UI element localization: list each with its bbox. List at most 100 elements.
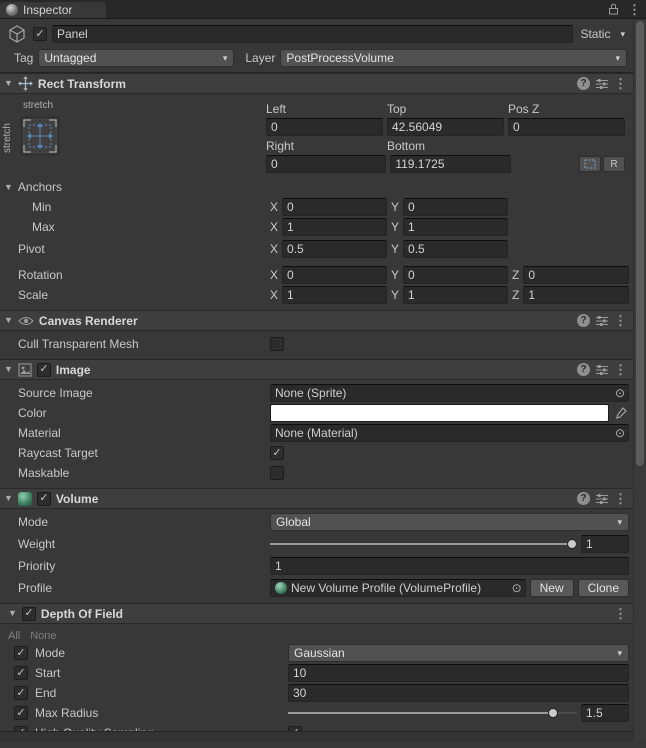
pivot-y-input[interactable]	[403, 240, 508, 258]
anchors-min-row: Min X Y	[0, 197, 633, 217]
chevron-down-icon: ▾	[615, 52, 620, 63]
dof-start-input[interactable]	[288, 664, 629, 682]
component-menu-icon[interactable]: ⋮	[614, 363, 627, 376]
dof-mode-value: Gaussian	[294, 646, 345, 660]
foldout-icon[interactable]: ▼	[4, 494, 13, 503]
chevron-down-icon: ▾	[620, 28, 625, 39]
volume-header[interactable]: ▼ ✓ Volume ? ⋮	[0, 488, 633, 509]
component-menu-icon[interactable]: ⋮	[614, 77, 627, 90]
cull-transparent-mesh-checkbox[interactable]	[270, 337, 284, 351]
raycast-target-checkbox[interactable]: ✓	[270, 446, 284, 460]
tab-menu-icon[interactable]: ⋮	[628, 3, 641, 16]
dof-max-radius-input[interactable]	[581, 704, 629, 722]
object-picker-icon[interactable]: ⊙	[612, 386, 628, 400]
image-header[interactable]: ▼ ✓ Image ? ⋮	[0, 359, 633, 380]
component-menu-icon[interactable]: ⋮	[614, 492, 627, 505]
rect-transform-body: stretch stretch Left Top Pos Z 0 42.5604…	[0, 94, 633, 310]
object-picker-icon[interactable]: ⊙	[509, 581, 525, 595]
component-title: Canvas Renderer	[38, 313, 138, 328]
volume-mode-dropdown[interactable]: Global ▾	[270, 513, 629, 531]
profile-field[interactable]: New Volume Profile (VolumeProfile) ⊙	[270, 579, 526, 597]
rotation-y-input[interactable]	[403, 266, 508, 284]
axis-z-label: Z	[512, 288, 520, 302]
weight-slider[interactable]	[270, 535, 577, 553]
dof-enabled-checkbox[interactable]: ✓	[21, 606, 36, 621]
foldout-icon[interactable]: ▼	[8, 609, 17, 618]
anchors-max-y-input[interactable]	[403, 218, 508, 236]
dof-mode-dropdown[interactable]: Gaussian ▾	[288, 644, 629, 662]
help-icon[interactable]: ?	[577, 363, 590, 376]
rt-right-input[interactable]	[266, 155, 387, 173]
layer-value: PostProcessVolume	[286, 51, 394, 65]
dof-max-radius-checkbox[interactable]: ✓	[14, 706, 28, 720]
maskable-checkbox[interactable]	[270, 466, 284, 480]
static-dropdown[interactable]: Static ▾	[578, 27, 627, 41]
component-menu-icon[interactable]: ⋮	[614, 607, 627, 620]
priority-input[interactable]	[270, 557, 629, 575]
image-body: Source Image None (Sprite) ⊙ Color Mater…	[0, 380, 633, 488]
none-toggle[interactable]: None	[30, 630, 56, 642]
foldout-icon[interactable]: ▼	[4, 79, 13, 88]
dof-mode-checkbox[interactable]: ✓	[14, 646, 28, 660]
foldout-icon[interactable]: ▼	[4, 316, 13, 325]
blueprint-mode-button[interactable]	[578, 156, 601, 172]
max-radius-slider[interactable]	[288, 704, 577, 722]
pivot-x-input[interactable]	[282, 240, 387, 258]
anchors-max-row: Max X Y	[0, 217, 633, 237]
scale-y-input[interactable]	[403, 286, 508, 304]
help-icon[interactable]: ?	[577, 492, 590, 505]
dof-end-checkbox[interactable]: ✓	[14, 686, 28, 700]
material-field[interactable]: None (Material) ⊙	[270, 424, 629, 442]
clone-profile-button[interactable]: Clone	[577, 579, 629, 597]
image-enabled-checkbox[interactable]: ✓	[36, 362, 51, 377]
tab-inspector[interactable]: Inspector	[0, 2, 107, 18]
anchor-preset-button[interactable]	[21, 117, 59, 155]
layer-dropdown[interactable]: PostProcessVolume ▾	[280, 49, 627, 67]
raw-edit-mode-button[interactable]: R	[602, 156, 625, 172]
anchors-foldout[interactable]: ▼ Anchors	[0, 177, 633, 197]
name-input[interactable]	[52, 25, 574, 43]
depth-of-field-header[interactable]: ▼ ✓ Depth Of Field ⋮	[0, 603, 633, 624]
foldout-icon[interactable]: ▼	[4, 182, 13, 192]
vertical-scrollbar[interactable]	[633, 19, 646, 742]
preset-icon[interactable]	[595, 78, 609, 90]
source-image-field[interactable]: None (Sprite) ⊙	[270, 384, 629, 402]
rt-left-input[interactable]	[266, 118, 383, 136]
anchors-min-x-input[interactable]	[282, 198, 387, 216]
all-toggle[interactable]: All	[8, 630, 20, 642]
new-profile-button[interactable]: New	[529, 579, 574, 597]
help-icon[interactable]: ?	[577, 314, 590, 327]
preset-icon[interactable]	[595, 493, 609, 505]
object-picker-icon[interactable]: ⊙	[612, 426, 628, 440]
weight-input[interactable]	[581, 535, 629, 553]
lock-icon[interactable]	[608, 3, 619, 15]
dof-mode-label: Mode	[35, 646, 66, 660]
rt-bottom-input[interactable]	[390, 155, 511, 173]
scrollbar-thumb[interactable]	[636, 21, 644, 466]
posz-label: Pos Z	[508, 101, 540, 116]
anchors-max-x-input[interactable]	[282, 218, 387, 236]
color-swatch[interactable]	[270, 404, 609, 422]
preset-icon[interactable]	[595, 364, 609, 376]
component-menu-icon[interactable]: ⋮	[614, 314, 627, 327]
slider-handle[interactable]	[567, 539, 577, 549]
rect-transform-header[interactable]: ▼ Rect Transform ? ⋮	[0, 73, 633, 94]
rt-posz-input[interactable]	[508, 118, 625, 136]
rotation-x-input[interactable]	[282, 266, 387, 284]
volume-enabled-checkbox[interactable]: ✓	[36, 491, 51, 506]
tag-dropdown[interactable]: Untagged ▾	[38, 49, 235, 67]
anchors-min-y-input[interactable]	[403, 198, 508, 216]
dof-start-checkbox[interactable]: ✓	[14, 666, 28, 680]
slider-handle[interactable]	[547, 708, 558, 718]
rt-top-input[interactable]	[387, 118, 504, 136]
eyedropper-icon[interactable]	[613, 407, 629, 419]
help-icon[interactable]: ?	[577, 77, 590, 90]
canvas-renderer-header[interactable]: ▼ Canvas Renderer ? ⋮	[0, 310, 633, 331]
scale-x-input[interactable]	[282, 286, 387, 304]
rotation-z-input[interactable]	[523, 266, 629, 284]
active-checkbox[interactable]: ✓	[33, 27, 47, 41]
foldout-icon[interactable]: ▼	[4, 365, 13, 374]
dof-end-input[interactable]	[288, 684, 629, 702]
scale-z-input[interactable]	[523, 286, 629, 304]
preset-icon[interactable]	[595, 315, 609, 327]
